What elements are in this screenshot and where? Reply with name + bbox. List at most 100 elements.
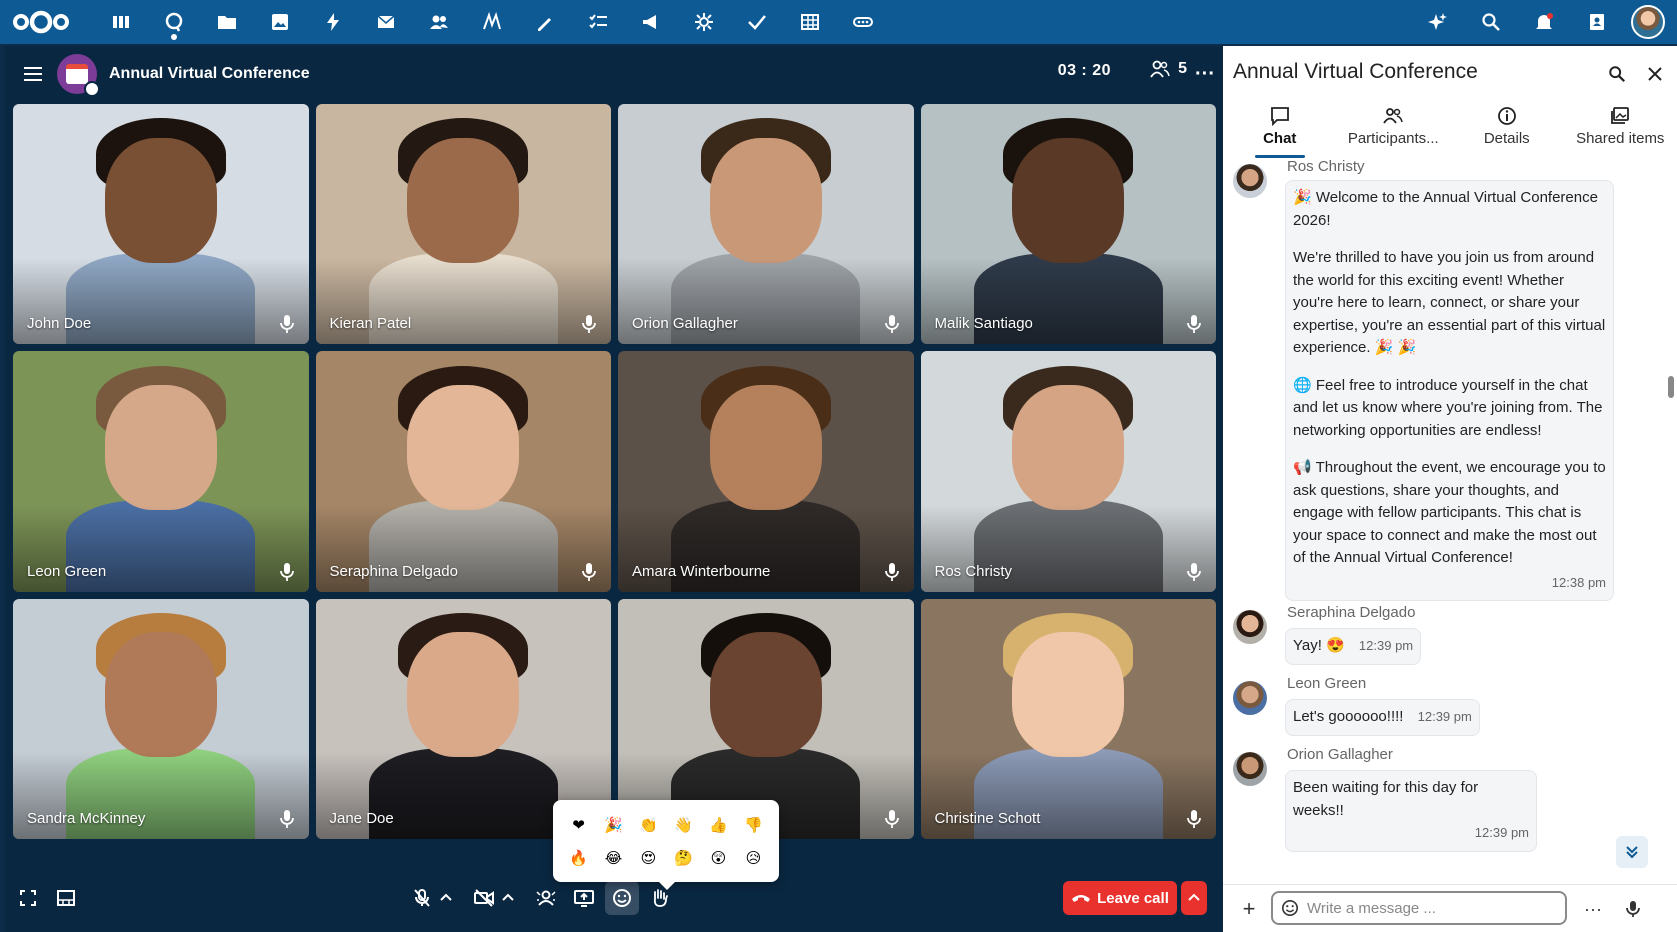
reaction-emoji[interactable]: 👍	[704, 810, 734, 840]
message-sender: Leon Green	[1287, 675, 1367, 692]
participant-name: Jane Doe	[329, 809, 394, 827]
call-timer: 03 : 20	[1057, 62, 1111, 79]
mail-icon[interactable]	[359, 0, 412, 44]
message-bubble: 🎉 Welcome to the Annual Virtual Conferen…	[1285, 180, 1614, 601]
reaction-emoji[interactable]: 👎	[739, 810, 769, 840]
scroll-to-bottom-button[interactable]	[1616, 836, 1648, 868]
info-icon	[1497, 107, 1516, 125]
reaction-emoji[interactable]: 🎉	[599, 810, 629, 840]
notifications-icon[interactable]	[1517, 0, 1570, 44]
text-icon[interactable]	[518, 0, 571, 44]
reaction-emoji[interactable]: 😥	[739, 843, 769, 873]
participant-count-button[interactable]: 5	[1150, 60, 1187, 78]
video-tile[interactable]: Malik Santiago	[920, 104, 1216, 345]
files-icon[interactable]	[200, 0, 253, 44]
notes-icon[interactable]	[465, 0, 518, 44]
message-input[interactable]	[1307, 899, 1547, 917]
tab-shared-items[interactable]: Shared items	[1564, 102, 1677, 152]
tab-chat-label: Chat	[1263, 130, 1297, 147]
add-attachment-icon[interactable]: +	[1235, 895, 1263, 923]
camera-off-icon[interactable]	[467, 881, 501, 915]
tab-participants[interactable]: Participants...	[1337, 102, 1451, 152]
voice-message-icon[interactable]	[1619, 895, 1647, 923]
microphone-icon	[884, 315, 899, 334]
microphone-icon	[582, 315, 596, 334]
contacts-icon[interactable]	[412, 0, 465, 44]
participant-name: Sandra McKinney	[27, 809, 146, 827]
tab-details[interactable]: Details	[1450, 102, 1564, 152]
contacts-menu-icon[interactable]	[1570, 0, 1623, 44]
video-tile[interactable]: Seraphina Delgado	[315, 351, 611, 592]
reaction-emoji[interactable]: 😍	[634, 843, 664, 873]
video-tile[interactable]: Sandra McKinney	[13, 598, 309, 839]
message-paragraph: 🌐 Feel free to introduce yourself in the…	[1293, 376, 1603, 439]
avatar	[1233, 752, 1267, 786]
user-avatar[interactable]	[1631, 5, 1665, 39]
search-icon[interactable]	[1464, 0, 1517, 44]
composer-more-icon[interactable]: ···	[1579, 895, 1607, 923]
video-tile[interactable]: Leon Green	[13, 351, 309, 592]
nextcloud-logo[interactable]	[6, 0, 76, 44]
activity-icon[interactable]	[306, 0, 359, 44]
assistant-icon[interactable]	[1411, 0, 1464, 44]
reactions-icon[interactable]	[605, 881, 639, 915]
panel-title: Annual Virtual Conference	[1233, 60, 1478, 83]
microphone-icon	[279, 315, 294, 334]
announcements-icon[interactable]	[624, 0, 677, 44]
background-blur-icon[interactable]	[529, 881, 563, 915]
message-bubble: Let's goooooo!!!! 12:39 pm	[1285, 699, 1480, 736]
participant-name: Christine Schott	[934, 809, 1041, 827]
reaction-emoji[interactable]: 👏	[634, 810, 664, 840]
tasks-icon[interactable]	[571, 0, 624, 44]
leave-options-chevron-icon[interactable]	[1181, 881, 1207, 915]
tab-chat[interactable]: Chat	[1223, 102, 1337, 158]
dashboard-icon[interactable]	[94, 0, 147, 44]
reaction-emoji[interactable]: 😲	[704, 843, 734, 873]
menu-icon[interactable]	[17, 58, 49, 90]
layout-icon[interactable]	[49, 881, 83, 915]
checkmark-icon[interactable]	[730, 0, 783, 44]
message-group: Seraphina Delgado Yay! 😍 12:39 pm	[1233, 604, 1673, 670]
close-icon[interactable]	[1641, 60, 1669, 88]
tab-shared-items-label: Shared items	[1576, 130, 1665, 147]
participant-name: John Doe	[27, 315, 92, 333]
video-tile[interactable]: Amara Winterbourne	[618, 351, 914, 592]
reactions-popover: ❤ 🎉 👏 👋 👍 👎 🔥 😂 😍 🤔 😲 😥	[553, 800, 779, 890]
participant-name: Malik Santiago	[934, 315, 1033, 333]
reaction-emoji[interactable]: 🔥	[564, 843, 594, 873]
message-text: Yay! 😍	[1293, 637, 1345, 654]
call-more-icon[interactable]: ···	[1191, 60, 1219, 88]
leave-call-button[interactable]: Leave call	[1063, 881, 1177, 915]
spreadsheet-icon[interactable]	[783, 0, 836, 44]
fullscreen-icon[interactable]	[11, 881, 45, 915]
message-group: Leon Green Let's goooooo!!!! 12:39 pm	[1233, 675, 1673, 741]
video-tile[interactable]: John Doe	[13, 104, 309, 345]
message-text: Been waiting for this day for weeks!!	[1293, 779, 1479, 819]
reaction-emoji[interactable]: 😂	[599, 843, 629, 873]
video-tile[interactable]: Ros Christy	[920, 351, 1216, 592]
reaction-emoji[interactable]: 👋	[669, 810, 699, 840]
more-apps-icon[interactable]	[836, 0, 889, 44]
talk-icon[interactable]	[147, 0, 200, 44]
participants-icon	[1383, 108, 1403, 124]
camera-options-chevron-icon[interactable]	[497, 881, 519, 915]
tab-participants-label: Participants...	[1347, 130, 1439, 147]
settings-icon[interactable]	[677, 0, 730, 44]
message-time: 12:38 pm	[1551, 574, 1606, 590]
participant-face	[104, 632, 217, 758]
microphone-muted-icon[interactable]	[405, 881, 439, 915]
reaction-emoji[interactable]: ❤	[564, 810, 594, 840]
message-time: 12:39 pm	[1417, 709, 1472, 724]
video-tile[interactable]: Orion Gallagher	[618, 104, 914, 345]
photos-icon[interactable]	[253, 0, 306, 44]
emoji-picker-icon[interactable]	[1281, 899, 1299, 917]
search-icon[interactable]	[1603, 60, 1631, 88]
video-tile[interactable]: Christine Schott	[920, 598, 1216, 839]
video-tile[interactable]: Kieran Patel	[315, 104, 611, 345]
share-screen-icon[interactable]	[567, 881, 601, 915]
reaction-emoji[interactable]: 🤔	[669, 843, 699, 873]
participant-name: Leon Green	[27, 562, 107, 580]
avatar	[1233, 164, 1267, 198]
chat-scrollbar[interactable]	[1668, 376, 1674, 398]
mic-options-chevron-icon[interactable]	[435, 881, 457, 915]
